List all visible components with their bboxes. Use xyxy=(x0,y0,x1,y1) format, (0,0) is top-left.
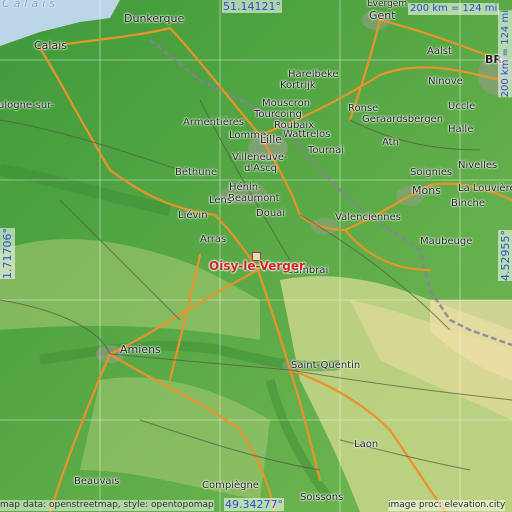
city-label-lievin[interactable]: Liévin xyxy=(178,210,208,221)
city-label-lille[interactable]: Lille xyxy=(260,134,282,145)
target-location-label[interactable]: Oisy-le-Verger xyxy=(209,259,305,273)
sea-label: Calais xyxy=(2,0,60,10)
latitude-bottom-label: 49.34277° xyxy=(224,498,284,511)
city-label-ronse[interactable]: Ronse xyxy=(348,103,378,114)
city-label-maubeuge[interactable]: Maubeuge xyxy=(420,236,472,247)
city-label-villeneuve[interactable]: Villeneuve- xyxy=(232,152,288,163)
city-label-kortrijk[interactable]: Kortrijk xyxy=(280,80,316,91)
map-attribution-left: map data: openstreetmap, style: opentopo… xyxy=(0,500,214,511)
city-label-soissons[interactable]: Soissons xyxy=(300,492,343,503)
city-label-arras[interactable]: Arras xyxy=(200,234,226,245)
city-label-aalst[interactable]: Aalst xyxy=(427,46,452,57)
city-label-henin[interactable]: Hénin- xyxy=(229,182,262,193)
city-label-gerards[interactable]: Geraardsbergen xyxy=(362,114,443,125)
scale-label-vertical: 200 km = 124 mi xyxy=(498,10,512,98)
city-label-bethune[interactable]: Béthune xyxy=(175,167,217,178)
city-label-halle[interactable]: Halle xyxy=(448,124,473,135)
city-label-amiens[interactable]: Amiens xyxy=(120,344,161,355)
city-label-beauvais[interactable]: Beauvais xyxy=(74,476,120,487)
city-label-uccle[interactable]: Uccle xyxy=(448,101,475,112)
city-label-mouscron[interactable]: Mouscron xyxy=(262,98,310,109)
city-label-laon[interactable]: Laon xyxy=(354,439,378,450)
city-label-gent[interactable]: Gent xyxy=(369,10,396,21)
city-label-binche[interactable]: Binche xyxy=(451,198,485,209)
city-label-douai[interactable]: Douai xyxy=(256,208,285,219)
city-label-evergem[interactable]: Evergem xyxy=(367,0,407,10)
city-label-dunkerque[interactable]: Dunkerque xyxy=(124,13,184,24)
city-label-valenciennes[interactable]: Valenciennes xyxy=(335,212,401,223)
city-label-tourcoing[interactable]: Tourcoing xyxy=(254,109,302,120)
city-label-wattrelos[interactable]: Wattrelos xyxy=(283,129,330,140)
city-label-beaumont[interactable]: Beaumont xyxy=(228,193,280,204)
longitude-left-label: 1.71706° xyxy=(0,228,15,279)
map-canvas[interactable]: Calais Dunkerque Calais ulogne-sur- Gent… xyxy=(0,0,512,512)
city-label-compiegne[interactable]: Compiègne xyxy=(202,480,259,491)
latitude-top-label: 51.14121° xyxy=(222,0,282,13)
city-label-ninove[interactable]: Ninove xyxy=(428,76,463,87)
city-label-lalouviere[interactable]: La Louvière xyxy=(458,183,512,194)
city-label-soignies[interactable]: Soignies xyxy=(410,167,452,178)
city-label-harelbeke[interactable]: Harelbeke xyxy=(288,69,339,80)
city-label-armentieres[interactable]: Armentières xyxy=(183,117,244,128)
longitude-right-label: 4.52955° xyxy=(498,230,512,281)
city-label-dascq[interactable]: d'Ascq xyxy=(244,163,277,174)
city-label-lens[interactable]: Lens xyxy=(209,195,232,206)
city-label-nivelles[interactable]: Nivelles xyxy=(458,160,497,171)
city-label-stquentin[interactable]: Saint-Quentin xyxy=(291,360,360,371)
map-attribution-right: image proc: elevation.city xyxy=(388,500,506,511)
city-label-tournai[interactable]: Tournai xyxy=(308,145,344,156)
city-label-calais[interactable]: Calais xyxy=(34,40,67,51)
scale-label: 200 km = 124 mi xyxy=(408,3,500,15)
city-label-mons[interactable]: Mons xyxy=(412,185,441,196)
city-label-boulogne[interactable]: ulogne-sur- xyxy=(0,100,54,111)
city-label-ath[interactable]: Ath xyxy=(382,137,399,148)
